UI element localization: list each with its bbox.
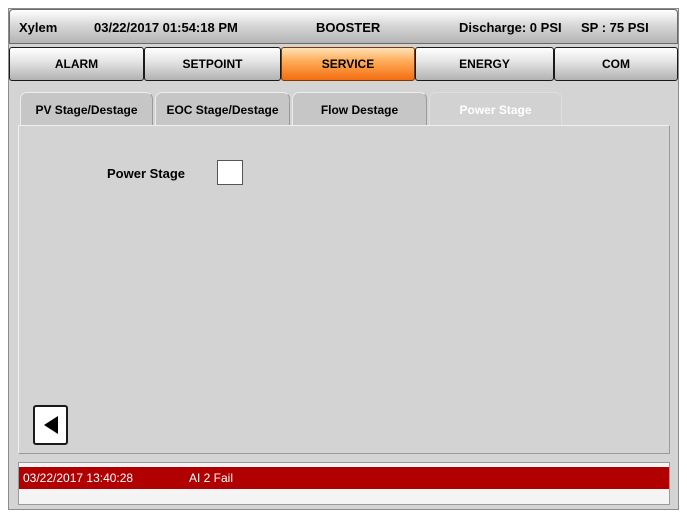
nav-energy-button[interactable]: ENERGY: [415, 47, 554, 81]
nav-alarm-button[interactable]: ALARM: [9, 47, 144, 81]
power-stage-label: Power Stage: [107, 166, 186, 181]
tab-flow-destage[interactable]: Flow Destage: [292, 92, 427, 126]
alarm-banner[interactable]: 03/22/2017 13:40:28 AI 2 Fail: [19, 467, 669, 489]
nav-setpoint-button[interactable]: SETPOINT: [144, 47, 281, 81]
status-header: Xylem 03/22/2017 01:54:18 PM BOOSTER Dis…: [9, 9, 678, 44]
mode-label: BOOSTER: [316, 20, 381, 35]
tab-pv-stage-destage[interactable]: PV Stage/Destage: [20, 92, 153, 126]
main-nav: ALARM SETPOINT SERVICE ENERGY COM: [9, 47, 678, 82]
back-arrow-icon: [43, 416, 58, 434]
nav-service-button[interactable]: SERVICE: [281, 47, 415, 81]
brand-label: Xylem: [19, 20, 58, 35]
tab-power-stage[interactable]: Power Stage: [429, 92, 562, 126]
alarm-message: AI 2 Fail: [189, 471, 234, 485]
tab-eoc-stage-destage[interactable]: EOC Stage/Destage: [155, 92, 290, 126]
back-button[interactable]: [33, 405, 68, 445]
setpoint-pressure: SP : 75 PSI: [581, 20, 649, 35]
alarm-timestamp: 03/22/2017 13:40:28: [23, 471, 134, 485]
discharge-pressure: Discharge: 0 PSI: [459, 20, 562, 35]
datetime-display: 03/22/2017 01:54:18 PM: [94, 20, 238, 35]
power-stage-field[interactable]: [217, 160, 243, 185]
nav-com-button[interactable]: COM: [554, 47, 678, 81]
